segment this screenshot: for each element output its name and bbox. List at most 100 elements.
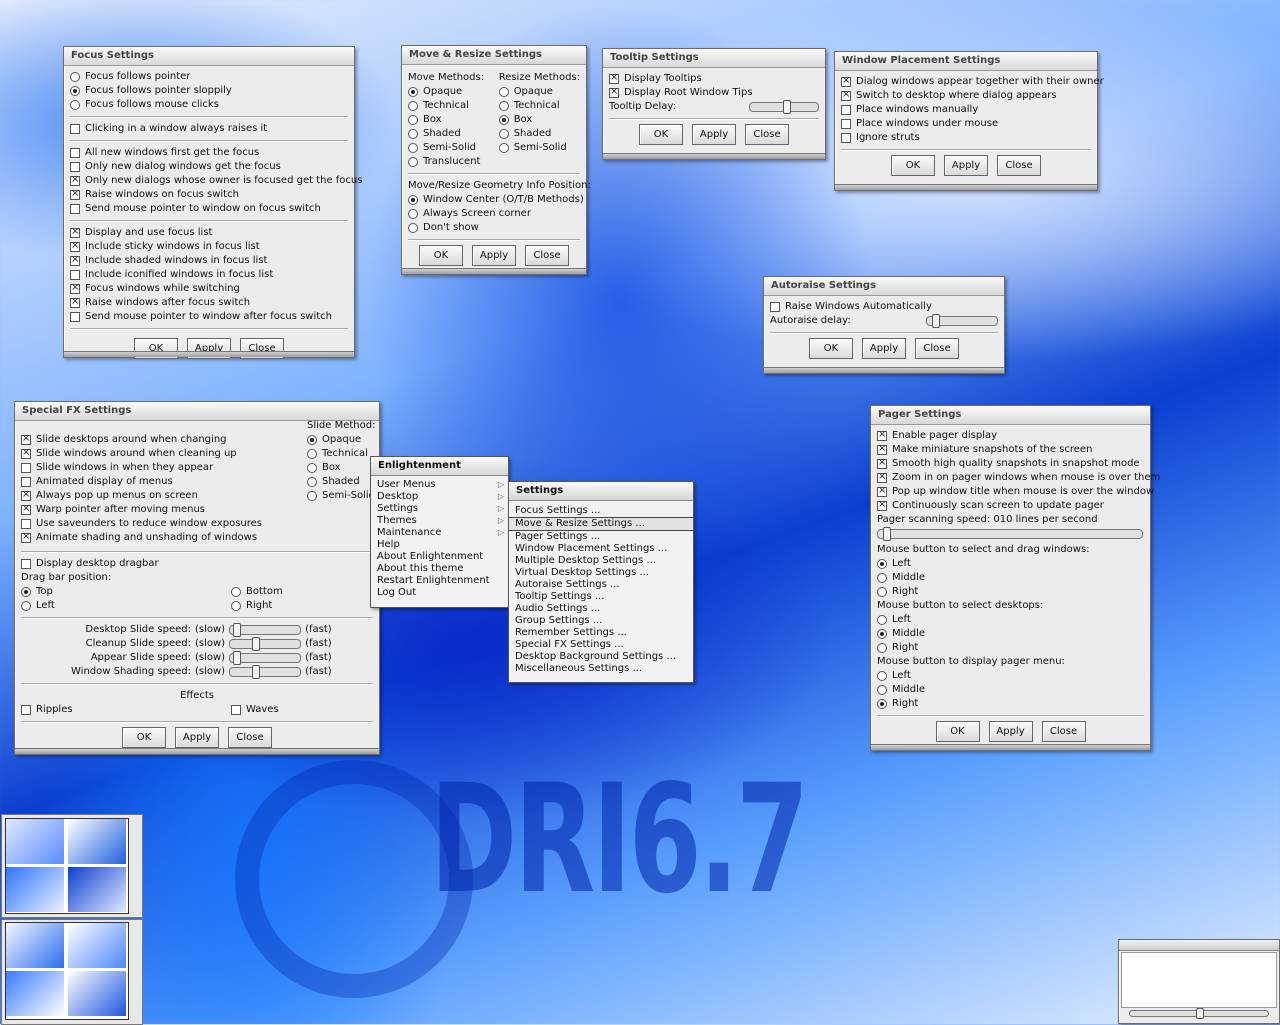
enlightenment-menu[interactable]: Enlightenment User Menus ▷ Desktop ▷ Setti… <box>370 456 509 608</box>
menu-item[interactable]: User Menus ▷ <box>371 479 508 491</box>
menu-item[interactable]: Settings ▷ <box>371 503 508 515</box>
resize-option[interactable]: Opaque <box>498 85 580 99</box>
fx-checkbox[interactable]: Use saveunders to reduce window exposure… <box>21 517 262 531</box>
resize-bar[interactable] <box>603 153 825 159</box>
menu-item[interactable]: Pager Settings ... <box>509 531 693 543</box>
dragbar-pos-top[interactable]: Top <box>21 585 231 599</box>
focus-checkbox[interactable]: Send mouse pointer to window on focus sw… <box>70 202 348 216</box>
iconbox-window[interactable] <box>1118 939 1280 1024</box>
info-option[interactable]: Always Screen corner <box>408 207 580 221</box>
menu-item[interactable]: Maintenance ▷ <box>371 527 508 539</box>
placement-checkbox[interactable]: Place windows manually <box>841 103 1091 117</box>
drag-button-middle[interactable]: Middle <box>877 571 1144 585</box>
slide-option[interactable]: Shaded <box>307 475 375 489</box>
slider-knob[interactable] <box>233 623 242 637</box>
pager-thumbnail[interactable] <box>68 819 126 864</box>
resize-bar[interactable] <box>764 367 1004 373</box>
window-title[interactable]: Focus Settings <box>64 47 354 66</box>
menu-button-left[interactable]: Left <box>877 669 1144 683</box>
desk-button-right[interactable]: Right <box>877 641 1144 655</box>
focus-option[interactable]: Focus follows mouse clicks <box>70 98 348 112</box>
menu-item[interactable]: Window Placement Settings ... <box>509 543 693 555</box>
menu-item[interactable]: Remember Settings ... <box>509 627 693 639</box>
menu-button-middle[interactable]: Middle <box>877 683 1144 697</box>
focus-checkbox[interactable]: Raise windows on focus switch <box>70 188 348 202</box>
apply-button[interactable]: Apply <box>988 721 1033 742</box>
pager-thumbnail[interactable] <box>68 867 126 912</box>
pager-thumbnail[interactable] <box>6 867 64 912</box>
resize-bar[interactable] <box>64 351 354 357</box>
fx-checkbox[interactable]: Animated display of menus <box>21 475 262 489</box>
close-button[interactable]: Close <box>228 727 272 748</box>
apply-button[interactable]: Apply <box>944 155 988 176</box>
menu-item[interactable]: Tooltip Settings ... <box>509 591 693 603</box>
placement-checkbox[interactable]: Dialog windows appear together with thei… <box>841 75 1104 89</box>
info-option[interactable]: Window Center (O/T/B Methods) <box>408 193 584 207</box>
pager-thumbnail[interactable] <box>6 971 64 1016</box>
focus-list-checkbox[interactable]: Send mouse pointer to window after focus… <box>70 310 348 324</box>
apply-button[interactable]: Apply <box>472 245 516 266</box>
dragbar-checkbox[interactable]: Display desktop dragbar <box>21 557 373 571</box>
placement-checkbox[interactable]: Ignore struts <box>841 131 1091 145</box>
iconbox-titlebar[interactable] <box>1119 940 1279 951</box>
menu-item[interactable]: Desktop ▷ <box>371 491 508 503</box>
menu-item[interactable]: Audio Settings ... <box>509 603 693 615</box>
menu-item[interactable]: Focus Settings ... <box>509 505 693 517</box>
close-button[interactable]: Close <box>915 338 959 359</box>
click-raise-checkbox[interactable]: Clicking in a window always raises it <box>70 122 348 136</box>
drag-button-right[interactable]: Right <box>877 585 1144 599</box>
speed-slider[interactable] <box>229 637 302 651</box>
pager-thumbnail[interactable] <box>68 923 126 968</box>
menu-item[interactable]: About this theme <box>371 563 508 575</box>
focus-list-checkbox[interactable]: Include sticky windows in focus list <box>70 240 348 254</box>
pager-checkbox[interactable]: Make miniature snapshots of the screen <box>877 443 1144 457</box>
pager-checkbox[interactable]: Pop up window title when mouse is over t… <box>877 485 1154 499</box>
ok-button[interactable]: OK <box>122 727 166 748</box>
ok-button[interactable]: OK <box>639 124 683 145</box>
focus-list-checkbox[interactable]: Include iconified windows in focus list <box>70 268 348 282</box>
focus-list-checkbox[interactable]: Raise windows after focus switch <box>70 296 348 310</box>
move-option[interactable]: Shaded <box>408 127 499 141</box>
slide-option[interactable]: Box <box>307 461 375 475</box>
ok-button[interactable]: OK <box>419 245 463 266</box>
window-title[interactable]: Window Placement Settings <box>835 52 1097 71</box>
fx-checkbox[interactable]: Warp pointer after moving menus <box>21 503 262 517</box>
focus-list-checkbox[interactable]: Include shaded windows in focus list <box>70 254 348 268</box>
slider-knob[interactable] <box>883 527 891 541</box>
pager-thumbnail[interactable] <box>6 923 64 968</box>
speed-slider[interactable] <box>229 623 302 637</box>
resize-bar[interactable] <box>835 184 1097 190</box>
window-title[interactable]: Pager Settings <box>871 406 1150 425</box>
waves-checkbox[interactable]: Waves <box>231 703 279 717</box>
placement-checkbox[interactable]: Place windows under mouse <box>841 117 1091 131</box>
slider-knob[interactable] <box>783 100 791 114</box>
dragbar-pos-right[interactable]: Right <box>231 599 283 613</box>
fx-checkbox[interactable]: Animate shading and unshading of windows <box>21 531 262 545</box>
move-option[interactable]: Semi-Solid <box>408 141 499 155</box>
menu-item[interactable]: About Enlightenment <box>371 551 508 563</box>
resize-option[interactable]: Box <box>498 113 580 127</box>
menu-item[interactable]: Special FX Settings ... <box>509 639 693 651</box>
menu-item[interactable]: Virtual Desktop Settings ... <box>509 567 693 579</box>
menu-item[interactable]: Multiple Desktop Settings ... <box>509 555 693 567</box>
autoraise-settings-window[interactable]: Autoraise Settings Raise Windows Automat… <box>763 276 1005 374</box>
focus-checkbox[interactable]: Only new dialogs whose owner is focused … <box>70 174 362 188</box>
move-option[interactable]: Opaque <box>408 85 499 99</box>
scrollbar-thumb[interactable] <box>1196 1008 1204 1019</box>
move-option[interactable]: Box <box>408 113 499 127</box>
tooltip-settings-window[interactable]: Tooltip Settings Display Tooltips Displa… <box>602 48 826 160</box>
menu-item[interactable]: Autoraise Settings ... <box>509 579 693 591</box>
slide-option[interactable]: Semi-Solid <box>307 489 375 503</box>
menu-item[interactable]: Desktop Background Settings ... <box>509 651 693 663</box>
apply-button[interactable]: Apply <box>862 338 906 359</box>
pager-view[interactable] <box>5 818 129 914</box>
focus-checkbox[interactable]: All new windows first get the focus <box>70 146 348 160</box>
menu-item[interactable]: Miscellaneous Settings ... <box>509 663 693 675</box>
display-tooltips-checkbox[interactable]: Display Tooltips <box>609 72 819 86</box>
focus-option[interactable]: Focus follows pointer <box>70 70 348 84</box>
pager-checkbox[interactable]: Continuously scan screen to update pager <box>877 499 1144 513</box>
window-title[interactable]: Autoraise Settings <box>764 277 1004 296</box>
drag-button-left[interactable]: Left <box>877 557 1144 571</box>
placement-checkbox[interactable]: Switch to desktop where dialog appears <box>841 89 1091 103</box>
ok-button[interactable]: OK <box>935 721 980 742</box>
